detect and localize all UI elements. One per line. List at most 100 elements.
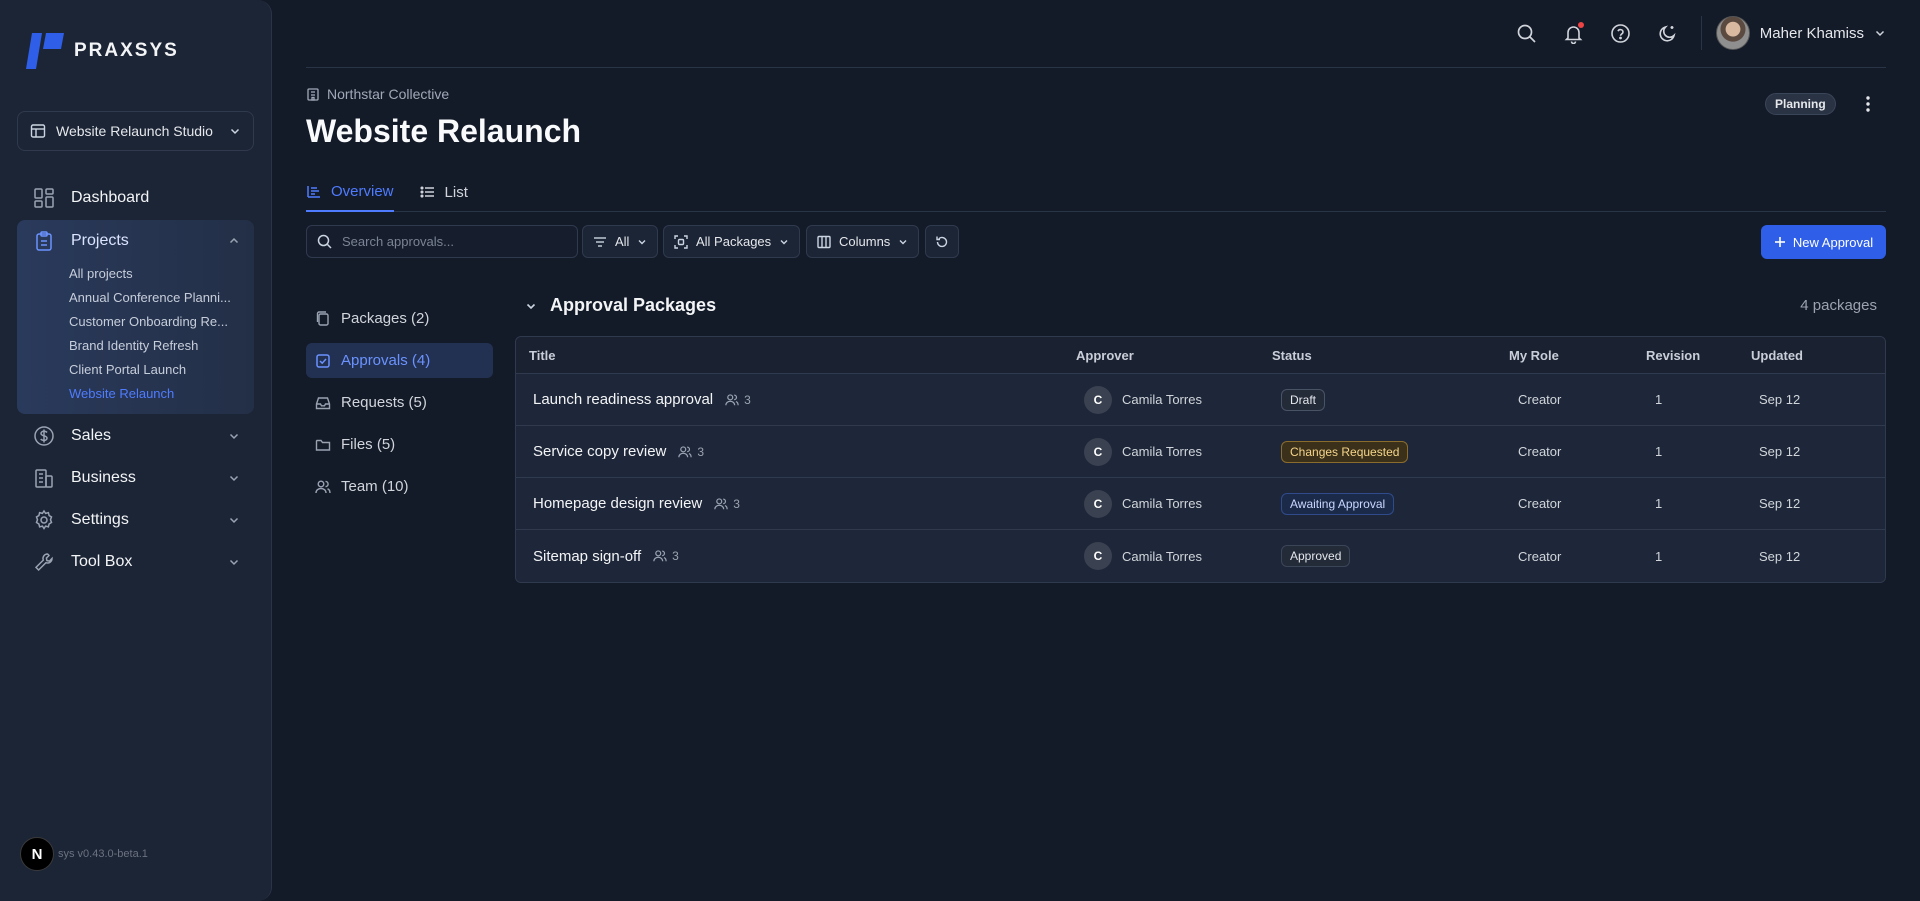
row-title[interactable]: Service copy review <box>533 443 666 460</box>
chevron-up-icon <box>228 235 240 247</box>
user-menu[interactable]: Maher Khamiss <box>1700 16 1886 50</box>
nav-dashboard[interactable]: Dashboard <box>17 177 254 219</box>
project-link-brand-identity[interactable]: Brand Identity Refresh <box>17 334 245 358</box>
col-updated[interactable]: Updated <box>1751 348 1885 363</box>
moon-icon[interactable] <box>1654 20 1681 47</box>
packages-dropdown[interactable]: All Packages <box>663 225 801 258</box>
bell-icon[interactable] <box>1560 20 1587 47</box>
inbox-icon <box>315 395 331 411</box>
project-link-all[interactable]: All projects <box>17 262 245 286</box>
members-number: 3 <box>672 549 679 563</box>
col-approver[interactable]: Approver <box>1076 348 1272 363</box>
refresh-button[interactable] <box>925 225 959 258</box>
nav-toolbox[interactable]: Tool Box <box>17 541 254 583</box>
filter-icon <box>593 235 607 249</box>
section-approvals[interactable]: Approvals (4) <box>306 343 493 378</box>
clipboard-icon <box>33 230 55 252</box>
view-tabs: Overview List <box>306 172 1886 212</box>
brand-logo[interactable]: PRAXSYS <box>26 33 179 69</box>
table-row[interactable]: Launch readiness approval 3 C Camila Tor… <box>516 374 1885 426</box>
approvals-table: Title Approver Status My Role Revision U… <box>515 336 1886 583</box>
updated-cell: Sep 12 <box>1759 496 1801 511</box>
nav-sales[interactable]: Sales <box>17 415 254 457</box>
avatar: C <box>1084 542 1112 570</box>
table-header: Title Approver Status My Role Revision U… <box>516 337 1885 374</box>
nav-settings-label: Settings <box>71 511 129 528</box>
tab-list-label: List <box>444 183 468 201</box>
praxsys-logo-icon <box>26 33 64 69</box>
role-cell: Creator <box>1518 392 1562 407</box>
row-title-cell: Launch readiness approval 3 <box>516 391 1076 408</box>
building-icon <box>306 87 320 101</box>
chevron-down-icon <box>637 237 647 247</box>
section-files[interactable]: Files (5) <box>306 427 493 462</box>
columns-icon <box>817 235 831 249</box>
revision-cell: 1 <box>1655 444 1663 459</box>
tab-list[interactable]: List <box>419 172 468 212</box>
status-badge: Planning <box>1765 93 1836 115</box>
col-status[interactable]: Status <box>1272 348 1509 363</box>
section-requests[interactable]: Requests (5) <box>306 385 493 420</box>
nav-settings[interactable]: Settings <box>17 499 254 541</box>
col-my-role[interactable]: My Role <box>1509 348 1646 363</box>
nav-projects-group: Projects All projects Annual Conference … <box>17 220 254 414</box>
refresh-icon <box>935 235 949 249</box>
col-revision[interactable]: Revision <box>1646 348 1751 363</box>
chevron-down-icon <box>228 556 240 568</box>
search-input[interactable]: Search approvals... <box>306 225 578 258</box>
page-title: Website Relaunch <box>306 113 582 149</box>
members-number: 3 <box>733 496 740 511</box>
project-link-customer-onboarding[interactable]: Customer Onboarding Re... <box>17 310 245 334</box>
status-cell: Changes Requested <box>1272 440 1509 463</box>
row-title-cell: Service copy review 3 <box>516 443 1076 460</box>
chevron-down-icon <box>228 430 240 442</box>
section-packages-label: Packages (2) <box>341 310 430 327</box>
members-number: 3 <box>744 392 751 407</box>
dev-tools-badge[interactable]: N <box>20 837 54 871</box>
brand-name: PRAXSYS <box>74 40 179 61</box>
project-link-client-portal[interactable]: Client Portal Launch <box>17 358 245 382</box>
breadcrumb[interactable]: Northstar Collective <box>306 86 449 102</box>
nav-projects[interactable]: Projects <box>17 220 254 262</box>
more-options-icon[interactable] <box>1860 94 1876 114</box>
new-approval-button[interactable]: New Approval <box>1761 225 1886 259</box>
approver-name: Camila Torres <box>1122 392 1202 407</box>
row-title[interactable]: Launch readiness approval <box>533 391 713 408</box>
section-team[interactable]: Team (10) <box>306 469 493 504</box>
search-placeholder: Search approvals... <box>342 234 455 249</box>
tab-overview-label: Overview <box>331 182 394 200</box>
members-count: 3 <box>714 497 740 511</box>
filter-dropdown[interactable]: All <box>582 225 659 258</box>
workspace-label: Website Relaunch Studio <box>56 123 213 139</box>
row-title[interactable]: Homepage design review <box>533 495 702 512</box>
top-bar: Maher Khamiss <box>306 0 1886 68</box>
workspace-select[interactable]: Website Relaunch Studio <box>17 111 254 151</box>
layout-icon <box>30 123 46 139</box>
help-icon[interactable] <box>1607 20 1634 47</box>
table-row[interactable]: Homepage design review 3 C Camila Torres… <box>516 478 1885 530</box>
approver-cell: C Camila Torres <box>1076 489 1272 518</box>
folder-icon <box>315 437 331 453</box>
avatar: C <box>1084 437 1112 466</box>
project-link-website-relaunch[interactable]: Website Relaunch <box>17 382 245 406</box>
nav-business[interactable]: Business <box>17 457 254 499</box>
row-title-cell: Homepage design review 3 <box>516 495 1076 512</box>
columns-dropdown[interactable]: Columns <box>806 225 920 258</box>
chevron-down-icon <box>1874 27 1886 39</box>
col-title[interactable]: Title <box>516 348 1076 363</box>
filter-label: All <box>615 234 630 249</box>
search-icon[interactable] <box>1513 20 1540 47</box>
section-team-label: Team (10) <box>341 478 409 495</box>
collapse-chevron-icon[interactable] <box>525 300 537 312</box>
status-badge: Awaiting Approval <box>1281 492 1395 515</box>
row-title[interactable]: Sitemap sign-off <box>533 548 641 565</box>
role-cell: Creator <box>1518 444 1562 459</box>
project-link-annual-conference[interactable]: Annual Conference Planni... <box>17 286 245 310</box>
list-icon <box>419 184 436 200</box>
updated-cell: Sep 12 <box>1759 392 1801 407</box>
tab-overview[interactable]: Overview <box>306 172 394 212</box>
table-row[interactable]: Service copy review 3 C Camila Torres Ch… <box>516 426 1885 478</box>
section-packages[interactable]: Packages (2) <box>306 301 493 336</box>
table-row[interactable]: Sitemap sign-off 3 C Camila Torres Appro… <box>516 530 1885 582</box>
version-info: N sys v0.43.0-beta.1 <box>20 837 148 871</box>
